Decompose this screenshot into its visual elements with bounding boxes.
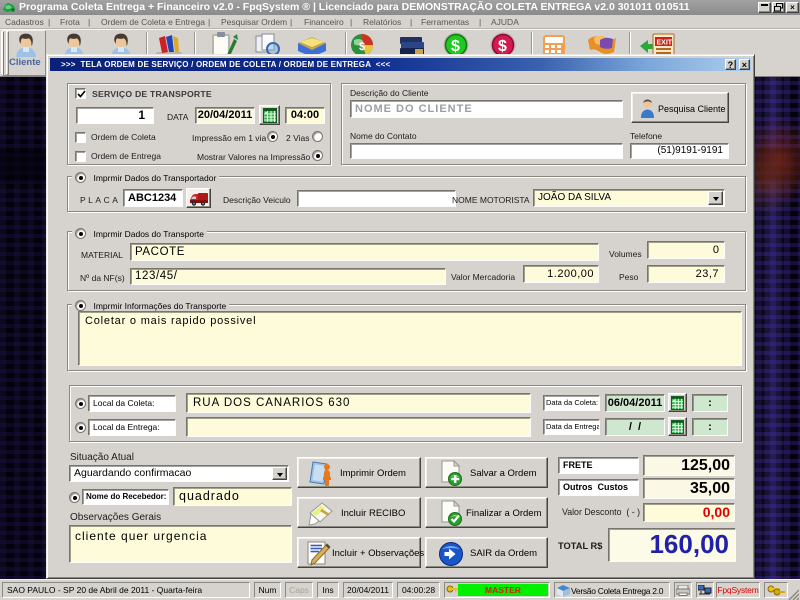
svg-text:EXIT: EXIT	[657, 40, 673, 47]
svg-text:$: $	[451, 38, 460, 55]
svg-text:$: $	[359, 41, 365, 53]
svg-text:$: $	[498, 38, 507, 55]
